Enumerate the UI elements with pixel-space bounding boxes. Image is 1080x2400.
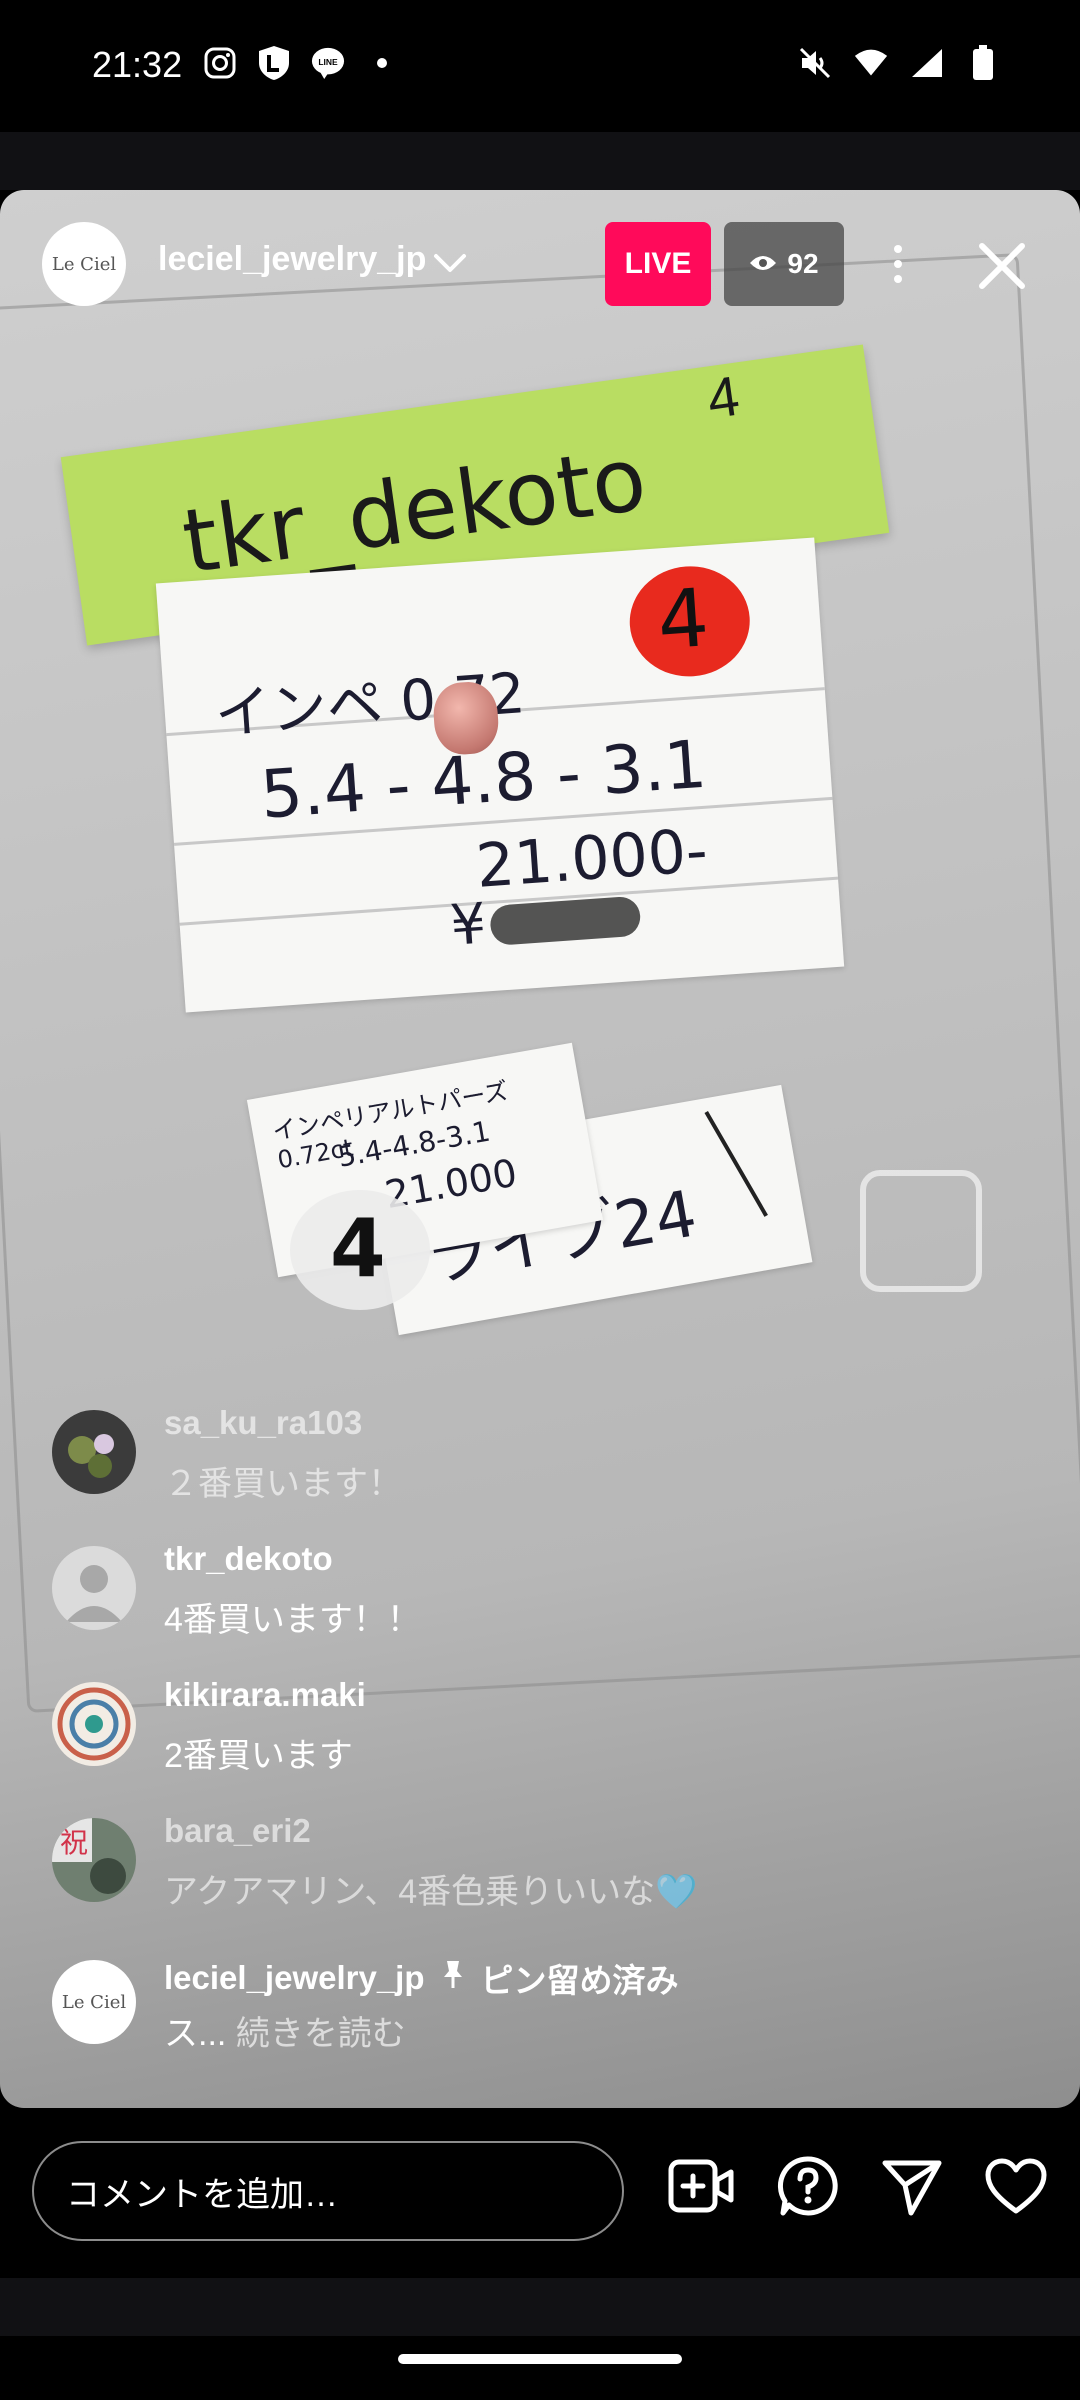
comment-text: 2番買います — [164, 1737, 353, 1775]
live-badge: LIVE — [605, 222, 711, 306]
avatar[interactable] — [52, 1682, 136, 1766]
comment-username[interactable]: tkr_dekoto — [164, 1540, 333, 1578]
shield-l-icon — [257, 46, 291, 80]
home-indicator[interactable] — [398, 2354, 682, 2364]
avatar[interactable]: Le Ciel — [52, 1960, 136, 2044]
read-more-link[interactable]: 続きを読む — [236, 2015, 406, 2053]
avatar[interactable]: 祝 — [52, 1818, 136, 1902]
comment-text: アクアマリン、4番色乗りいいな🩵 — [164, 1873, 698, 1911]
add-video-icon[interactable] — [664, 2148, 740, 2224]
avatar[interactable] — [52, 1546, 136, 1630]
comment-username[interactable]: bara_eri2 — [164, 1812, 311, 1850]
comment-username[interactable]: sa_ku_ra103 — [164, 1404, 362, 1442]
comment-text: ス... — [164, 2015, 227, 2053]
host-avatar-text: Le Ciel — [51, 253, 117, 275]
red-marker-number: 4 — [654, 571, 712, 668]
pinned-label: ピン留め済み — [480, 1962, 679, 1999]
price-card: 4 インペ 0.72 5.4 - 4.8 - 3.1 21.000- ¥ — [155, 537, 845, 1013]
battery-icon — [966, 45, 1000, 80]
viewer-count-badge[interactable]: 92 — [724, 222, 844, 306]
line-icon: LINE — [311, 46, 345, 80]
close-icon[interactable] — [970, 234, 1034, 298]
host-avatar[interactable]: Le Ciel — [42, 222, 126, 306]
more-options-icon[interactable] — [878, 234, 918, 294]
status-time: 21:32 — [92, 44, 183, 85]
wifi-icon — [854, 46, 888, 80]
sticky-note-number: 4 — [703, 363, 744, 431]
eye-icon — [749, 248, 777, 280]
comment-text: 4番買います！！ — [164, 1601, 421, 1639]
live-video[interactable]: tkr_dekoto 4 4 インペ 0.72 5.4 - 4.8 - 3.1 … — [0, 190, 1080, 2108]
pin-icon — [441, 1959, 465, 1997]
chevron-down-icon[interactable] — [432, 248, 468, 278]
avatar-text: Le Ciel — [61, 1991, 127, 2013]
svg-text:祝: 祝 — [60, 1826, 88, 1859]
bottom-spacer — [0, 2278, 1080, 2336]
signal-icon — [910, 46, 944, 80]
dot-icon — [365, 46, 399, 80]
mute-icon — [798, 46, 832, 80]
comment-text: ２番買います！ — [164, 1465, 402, 1503]
send-icon[interactable] — [874, 2148, 950, 2224]
heart-icon[interactable] — [978, 2148, 1054, 2224]
pinned-text-row: ス... 続きを読む — [164, 2006, 406, 2055]
host-username[interactable]: leciel_jewelry_jp — [158, 240, 426, 279]
pinned-header: leciel_jewelry_jp ピン留め済み — [164, 1954, 679, 2002]
red-marker: 4 — [626, 562, 754, 681]
top-spacer — [0, 132, 1080, 190]
status-bar: 21:32 LINE — [0, 0, 1080, 132]
card-line-4: ¥ — [448, 891, 489, 959]
sticker-number: 4 — [330, 1202, 386, 1295]
instagram-icon — [203, 46, 237, 80]
comment-username[interactable]: leciel_jewelry_jp — [164, 1959, 425, 1997]
question-icon[interactable] — [770, 2148, 846, 2224]
comment-username[interactable]: kikirara.maki — [164, 1676, 366, 1714]
number-sticker: 4 — [290, 1190, 430, 1310]
comment-input[interactable]: コメントを追加… — [32, 2141, 624, 2241]
viewer-count: 92 — [787, 248, 819, 279]
bottom-bar: コメントを追加… — [0, 2108, 1080, 2278]
system-nav-bar — [0, 2336, 1080, 2400]
avatar[interactable] — [52, 1410, 136, 1494]
recycle-mark — [860, 1170, 982, 1292]
svg-text:LINE: LINE — [318, 57, 338, 67]
